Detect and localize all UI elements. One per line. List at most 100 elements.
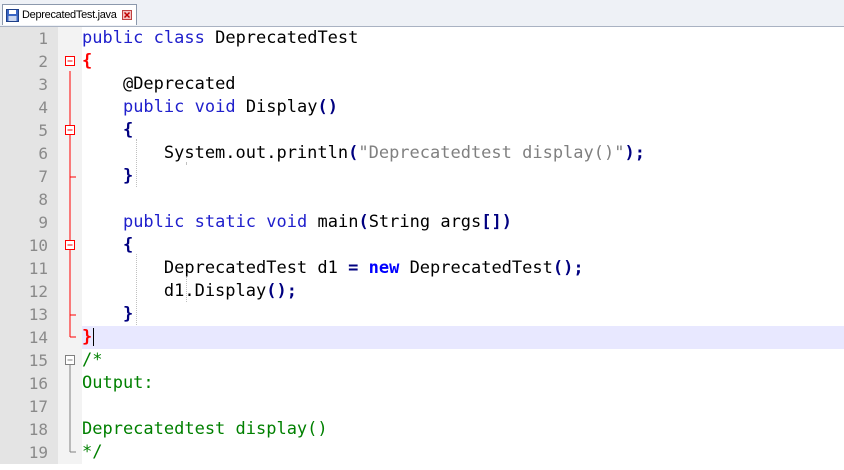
code-token: { — [122, 235, 134, 255]
code-text: System.out.println("Deprecatedtest displ… — [82, 142, 645, 165]
fold-column — [58, 234, 82, 257]
code-token: } — [122, 166, 134, 186]
code-line[interactable]: 4 public void Display() — [0, 96, 844, 119]
line-number-gutter: 13 — [0, 303, 58, 326]
fold-column — [58, 119, 82, 142]
code-line[interactable]: 1 public class DeprecatedTest — [0, 27, 844, 50]
code-token: { — [82, 51, 93, 71]
code-token: (); — [552, 258, 584, 278]
code-token: System.out.println — [82, 143, 349, 163]
code-line[interactable]: 13 } — [0, 303, 844, 326]
code-line[interactable]: 9 public static void main(String args[]) — [0, 211, 844, 234]
fold-column — [58, 395, 82, 418]
code-text: Deprecatedtest display() — [82, 418, 328, 441]
code-line[interactable]: 2{ — [0, 50, 844, 73]
line-number: 5 — [38, 121, 48, 140]
code-token: void — [266, 212, 308, 232]
code-line[interactable]: 7 } — [0, 165, 844, 188]
fold-column — [58, 418, 82, 441]
code-line[interactable]: 11 DeprecatedTest d1 = new DeprecatedTes… — [0, 257, 844, 280]
fold-column — [58, 165, 82, 188]
code-line[interactable]: 17 — [0, 395, 844, 418]
line-number-gutter: 10 — [0, 234, 58, 257]
code-token: ( — [348, 143, 359, 163]
code-text: public class DeprecatedTest — [82, 27, 358, 50]
code-token: } — [122, 304, 134, 324]
code-line[interactable]: 19 */ — [0, 441, 844, 464]
fold-column — [58, 211, 82, 234]
fold-column — [58, 142, 82, 165]
line-number-gutter: 5 — [0, 119, 58, 142]
fold-column — [58, 280, 82, 303]
fold-column — [58, 50, 82, 73]
line-number: 13 — [28, 305, 48, 324]
line-number-gutter: 2 — [0, 50, 58, 73]
code-token: DeprecatedTest d1 — [82, 258, 349, 278]
line-number-gutter: 17 — [0, 395, 58, 418]
line-number: 3 — [38, 75, 48, 94]
line-number-gutter: 7 — [0, 165, 58, 188]
fold-column — [58, 441, 82, 464]
code-text: public void Display() — [82, 96, 338, 119]
code-text: Output: — [82, 372, 154, 395]
fold-column — [58, 349, 82, 372]
code-editor[interactable]: 1 public class DeprecatedTest 2{3 @Depreca… — [0, 27, 844, 470]
line-number-gutter: 18 — [0, 418, 58, 441]
code-token: []) — [481, 212, 512, 232]
line-number: 14 — [28, 328, 48, 347]
code-token: String args — [368, 212, 482, 232]
code-token: Output: — [82, 373, 154, 393]
line-number: 18 — [28, 420, 48, 439]
line-number: 15 — [28, 351, 48, 370]
code-token: static — [194, 212, 257, 232]
indent-guide — [186, 162, 187, 164]
line-number-gutter: 11 — [0, 257, 58, 280]
text-caret — [93, 328, 95, 346]
line-number: 12 — [28, 282, 48, 301]
code-text: } — [82, 326, 95, 349]
code-line[interactable]: 16 Output: — [0, 372, 844, 395]
code-token: public — [122, 97, 185, 117]
code-token: () — [317, 97, 338, 117]
code-line[interactable]: 18 Deprecatedtest display() — [0, 418, 844, 441]
code-line[interactable]: 12 d1.Display(); — [0, 280, 844, 303]
code-token: } — [82, 327, 93, 347]
line-number-gutter: 9 — [0, 211, 58, 234]
code-text: @Deprecated — [82, 73, 236, 96]
code-line[interactable]: 14} — [0, 326, 844, 349]
code-token: @Deprecated — [122, 74, 236, 94]
code-token: DeprecatedTest — [204, 28, 359, 48]
line-number: 6 — [38, 144, 48, 163]
indent-guide — [136, 254, 137, 325]
code-token: new — [368, 258, 400, 278]
line-number: 7 — [38, 167, 48, 186]
fold-column — [58, 372, 82, 395]
code-line[interactable]: 10 { — [0, 234, 844, 257]
line-number-gutter: 6 — [0, 142, 58, 165]
indent-guide — [136, 139, 137, 187]
code-line[interactable]: 5 { — [0, 119, 844, 142]
code-text: d1.Display(); — [82, 280, 297, 303]
code-token: main — [307, 212, 359, 232]
fold-column — [58, 188, 82, 211]
code-text: public static void main(String args[]) — [82, 211, 512, 234]
fold-column — [58, 73, 82, 96]
line-number: 2 — [38, 52, 48, 71]
code-line[interactable]: 3 @Deprecated — [0, 73, 844, 96]
code-text: { — [82, 119, 133, 142]
tab-deprecatedtest-java[interactable]: DeprecatedTest.java — [2, 4, 137, 25]
code-token: */ — [82, 442, 103, 462]
code-line[interactable]: 8 — [0, 188, 844, 211]
close-icon[interactable] — [121, 10, 132, 20]
code-line[interactable]: 15 /* — [0, 349, 844, 372]
line-number-gutter: 19 — [0, 441, 58, 464]
code-token: /* — [82, 350, 103, 370]
code-line[interactable]: 6 System.out.println("Deprecatedtest dis… — [0, 142, 844, 165]
code-token: (); — [266, 281, 297, 301]
line-number-gutter: 12 — [0, 280, 58, 303]
